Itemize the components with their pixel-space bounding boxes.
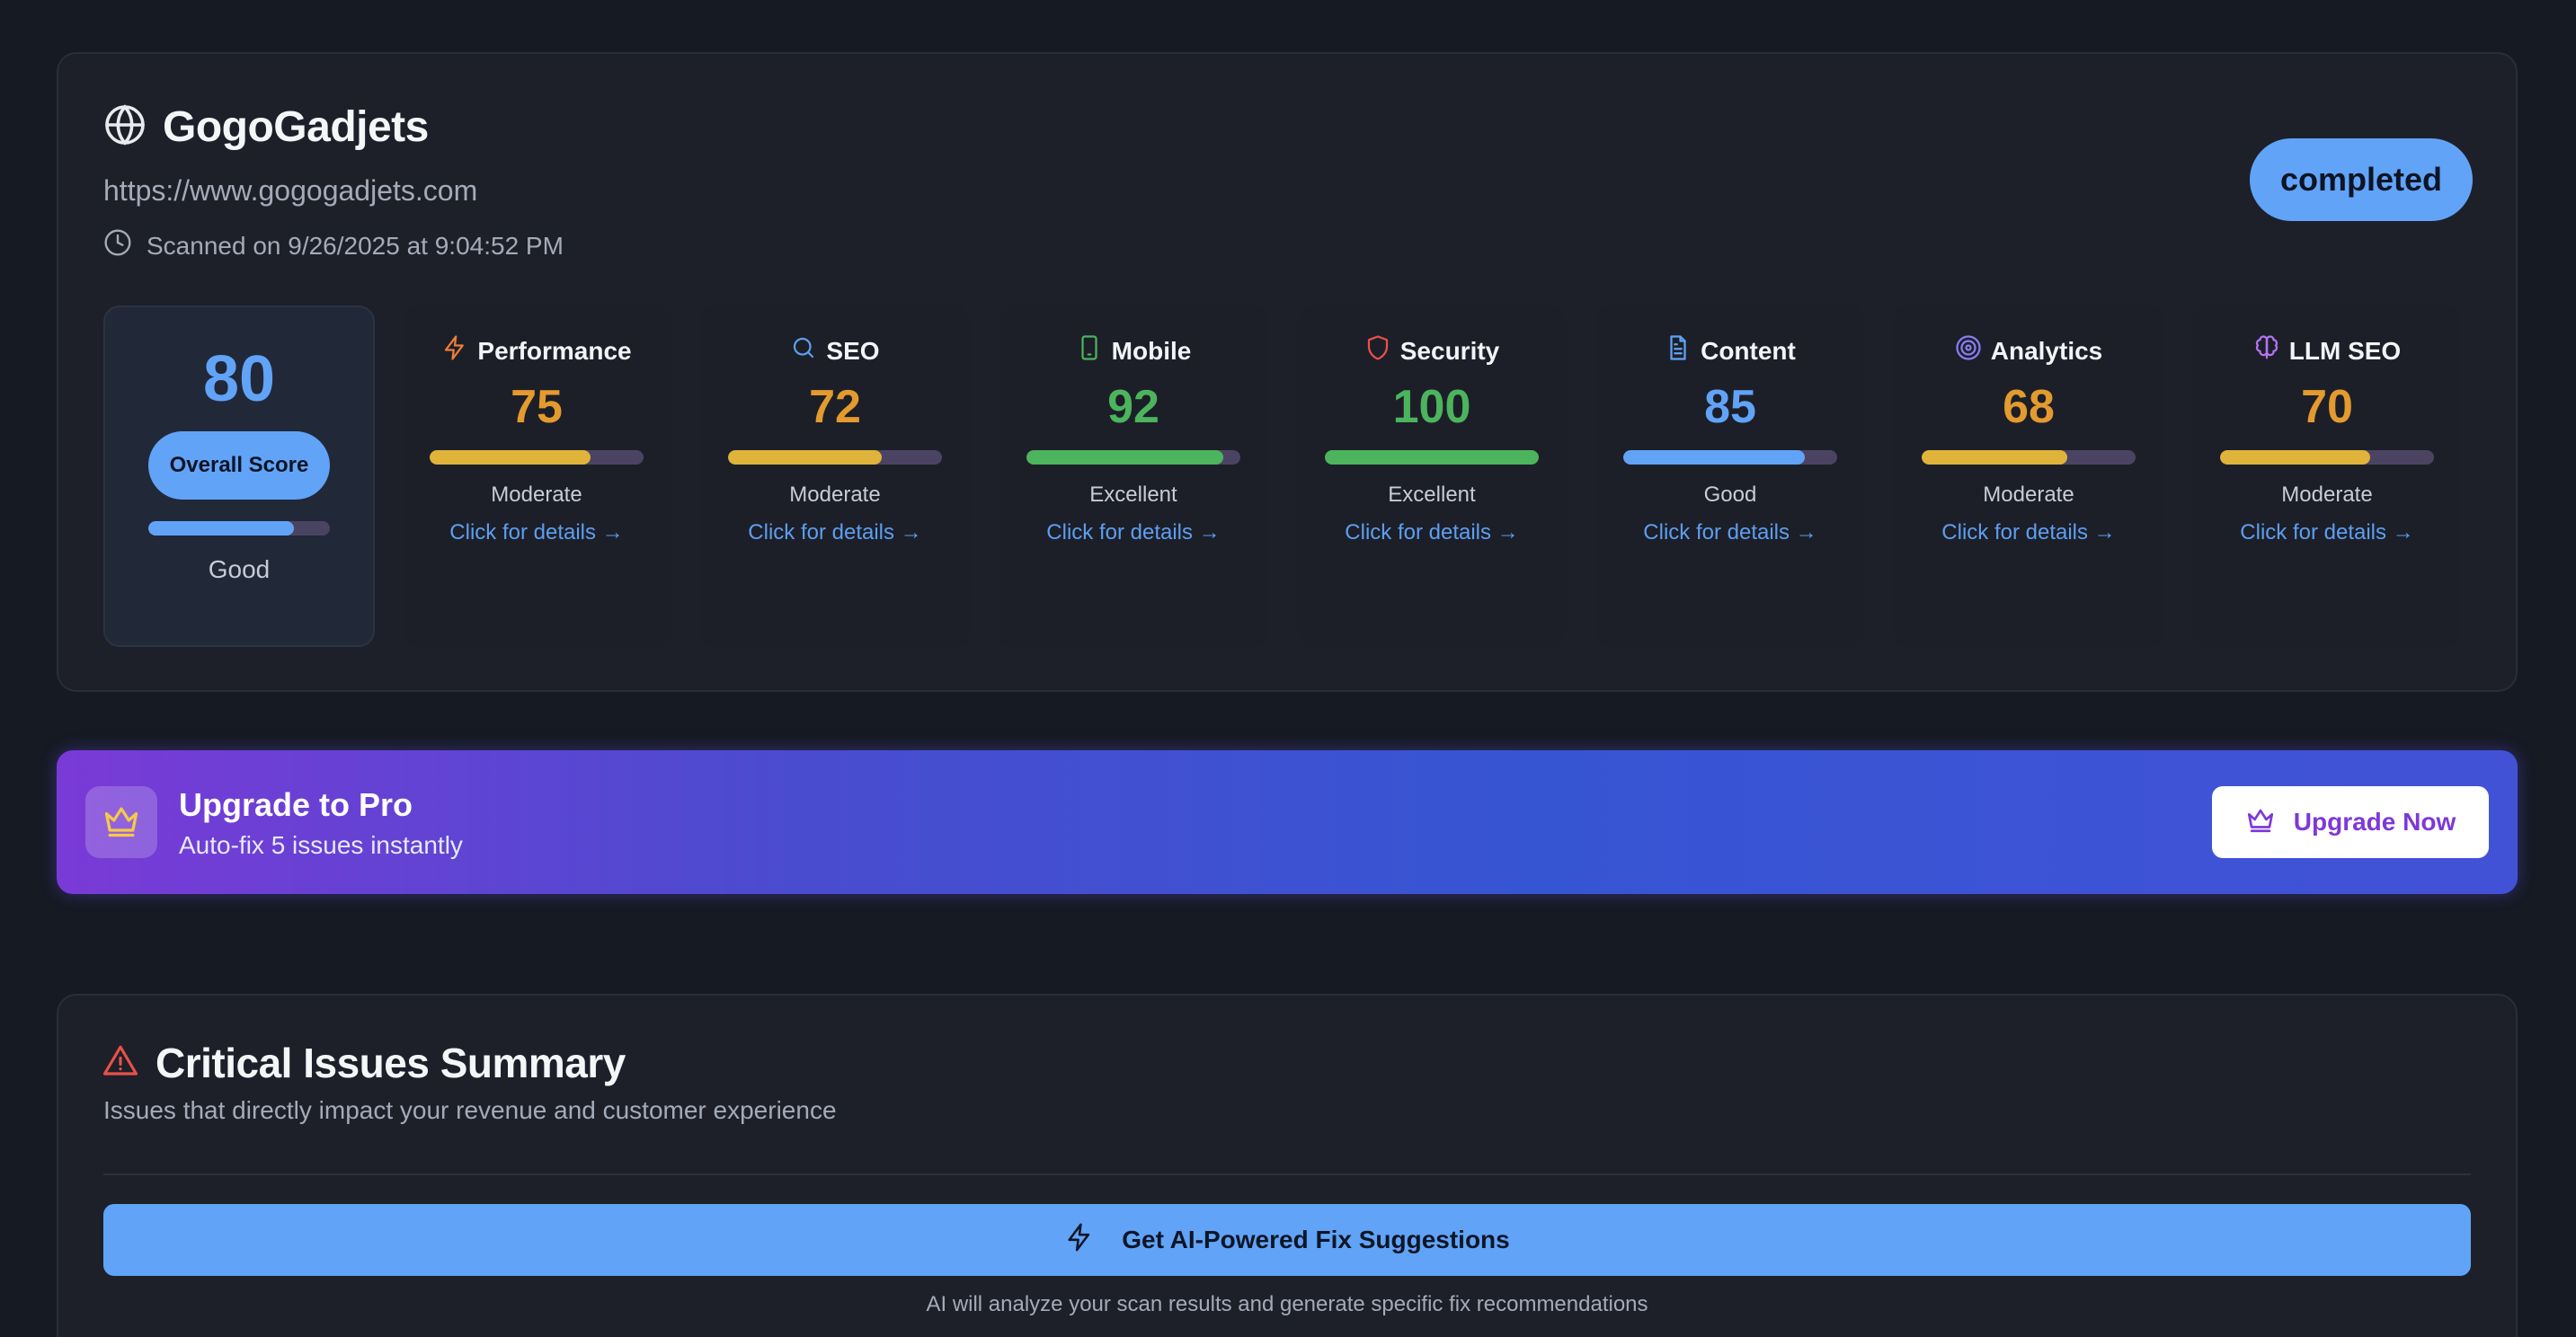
site-title-row: GogoGadjets: [103, 102, 429, 152]
score-grid: 80 Overall Score Good Performance 75 Moder…: [103, 305, 2476, 647]
category-score-bar-fill: [728, 450, 883, 465]
divider: [103, 1173, 2471, 1175]
category-card-security[interactable]: Security 100 Excellent Click for details →: [1297, 305, 1567, 647]
overall-score-bar-fill: [148, 521, 294, 536]
category-score: 92: [1107, 381, 1159, 433]
overall-score-bar: [148, 521, 330, 536]
category-details-link[interactable]: Click for details →: [1046, 520, 1220, 545]
scan-timestamp: Scanned on 9/26/2025 at 9:04:52 PM: [103, 228, 564, 263]
category-rating: Moderate: [1983, 483, 2074, 507]
category-score: 68: [2003, 381, 2055, 433]
upgrade-title: Upgrade to Pro: [179, 786, 413, 823]
site-overview-card: GogoGadjets https://www.gogogadjets.com …: [57, 52, 2518, 692]
category-card-content[interactable]: Content 85 Good Click for details →: [1595, 305, 1865, 647]
category-header: SEO: [790, 334, 880, 367]
page: GogoGadjets https://www.gogogadjets.com …: [0, 0, 2576, 1337]
category-rating: Moderate: [789, 483, 881, 507]
category-rating: Excellent: [1388, 483, 1476, 507]
category-score-bar-fill: [1325, 450, 1539, 465]
category-score-bar: [1026, 450, 1240, 465]
site-name: GogoGadjets: [163, 103, 429, 151]
crown-icon-box: [85, 786, 157, 858]
category-score-bar-fill: [1922, 450, 2067, 465]
brain-icon: [2253, 334, 2280, 367]
shield-icon: [1364, 334, 1391, 367]
globe-icon: [103, 103, 147, 151]
ai-note: AI will analyze your scan results and ge…: [926, 1292, 1648, 1316]
category-details-link[interactable]: Click for details →: [449, 520, 623, 545]
category-score-bar-fill: [1623, 450, 1806, 465]
category-score-bar: [728, 450, 942, 465]
category-card-analytics[interactable]: Analytics 68 Moderate Click for details →: [1894, 305, 2163, 647]
category-rating: Moderate: [491, 483, 582, 507]
critical-issues-card: Critical Issues Summary Issues that dire…: [57, 994, 2518, 1337]
critical-issues-title: Critical Issues Summary: [155, 1040, 626, 1086]
category-name: Security: [1399, 336, 1500, 365]
target-icon: [1955, 334, 1982, 367]
category-details-link[interactable]: Click for details →: [1941, 520, 2115, 545]
clock-icon: [103, 228, 132, 263]
category-card-llm-seo[interactable]: LLM SEO 70 Moderate Click for details →: [2192, 305, 2462, 647]
critical-issues-subtitle: Issues that directly impact your revenue…: [103, 1096, 837, 1124]
category-score: 70: [2301, 381, 2353, 433]
search-icon: [790, 334, 817, 367]
category-rating: Good: [1703, 483, 1757, 507]
scan-timestamp-text: Scanned on 9/26/2025 at 9:04:52 PM: [147, 231, 564, 260]
status-badge: completed: [2249, 138, 2473, 221]
category-details-link[interactable]: Click for details →: [1643, 520, 1817, 545]
category-header: Analytics: [1955, 334, 2103, 367]
crown-icon: [102, 801, 141, 845]
overall-score-label: Overall Score: [148, 431, 330, 500]
category-score-bar: [430, 450, 644, 465]
crown-icon: [2245, 804, 2276, 841]
category-score-bar-fill: [2220, 450, 2370, 465]
category-name: Mobile: [1111, 336, 1192, 365]
category-score-bar: [1922, 450, 2136, 465]
category-score: 85: [1704, 381, 1756, 433]
category-rating: Excellent: [1089, 483, 1177, 507]
category-details-link[interactable]: Click for details →: [748, 520, 921, 545]
ai-fix-suggestions-label: Get AI-Powered Fix Suggestions: [1122, 1226, 1510, 1253]
category-details-link[interactable]: Click for details →: [1345, 520, 1518, 545]
category-score: 72: [809, 381, 861, 433]
category-header: Mobile: [1076, 334, 1192, 367]
overall-score-value: 80: [202, 343, 276, 415]
category-score: 100: [1392, 381, 1471, 433]
upgrade-subtitle: Auto-fix 5 issues instantly: [179, 831, 463, 859]
critical-issues-header: Critical Issues Summary: [102, 1039, 626, 1087]
category-name: LLM SEO: [2288, 336, 2402, 365]
document-icon: [1665, 334, 1692, 367]
upgrade-banner: Upgrade to Pro Auto-fix 5 issues instant…: [57, 750, 2518, 894]
warning-icon: [102, 1042, 139, 1085]
lightning-icon: [441, 334, 468, 367]
upgrade-now-label: Upgrade Now: [2293, 808, 2456, 836]
site-url[interactable]: https://www.gogogadjets.com: [103, 174, 477, 208]
category-score-bar-fill: [1026, 450, 1223, 465]
overall-score-rating: Good: [208, 555, 271, 583]
overall-score-card: 80 Overall Score Good: [103, 305, 375, 647]
lightning-icon: [1064, 1222, 1095, 1259]
category-score-bar-fill: [430, 450, 591, 465]
category-score-bar: [1623, 450, 1837, 465]
category-card-performance[interactable]: Performance 75 Moderate Click for details →: [402, 305, 671, 647]
category-header: Performance: [441, 334, 632, 367]
category-name: Performance: [477, 336, 632, 365]
category-name: Analytics: [1990, 336, 2103, 365]
category-score-bar: [1325, 450, 1539, 465]
category-details-link[interactable]: Click for details →: [2240, 520, 2413, 545]
category-score: 75: [511, 381, 563, 433]
category-card-seo[interactable]: SEO 72 Moderate Click for details →: [700, 305, 970, 647]
category-name: SEO: [826, 336, 880, 365]
category-name: Content: [1701, 336, 1796, 365]
smartphone-icon: [1076, 334, 1103, 367]
category-header: LLM SEO: [2253, 334, 2401, 367]
upgrade-now-button[interactable]: Upgrade Now: [2212, 786, 2489, 858]
category-score-bar: [2220, 450, 2434, 465]
ai-fix-suggestions-button[interactable]: Get AI-Powered Fix Suggestions: [103, 1204, 2471, 1276]
category-header: Security: [1364, 334, 1500, 367]
category-header: Content: [1665, 334, 1796, 367]
category-rating: Moderate: [2281, 483, 2373, 507]
category-card-mobile[interactable]: Mobile 92 Excellent Click for details →: [999, 305, 1268, 647]
